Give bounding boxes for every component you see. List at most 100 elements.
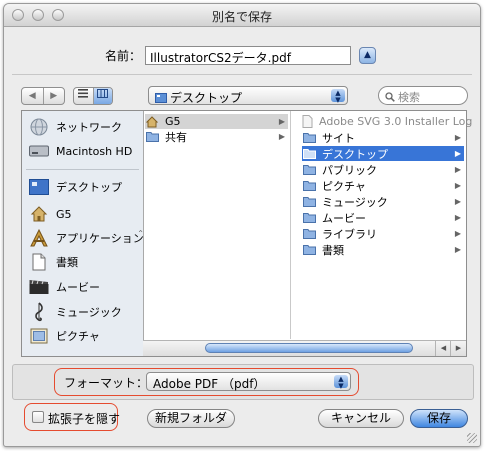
- list-view-icon[interactable]: [74, 88, 93, 104]
- scrollbar-thumb[interactable]: [205, 343, 413, 353]
- column-item-pictures[interactable]: ピクチャ ▶: [302, 178, 464, 193]
- disclosure-arrow-icon: ▶: [454, 149, 461, 158]
- sidebar-item-label: ムービー: [56, 281, 100, 294]
- column-item-svg-log: Adobe SVG 3.0 Installer Log: [302, 114, 472, 129]
- search-placeholder: 検索: [398, 91, 420, 104]
- document-icon: [302, 115, 313, 128]
- sidebar-item-label: G5: [56, 207, 72, 221]
- disclosure-arrow-icon: ▶: [454, 181, 461, 190]
- sidebar-item-music[interactable]: ミュージック: [28, 301, 122, 323]
- column-item-library[interactable]: ライブラリ ▶: [302, 226, 464, 241]
- movies-icon: [28, 278, 50, 296]
- sidebar-item-label: 書類: [56, 256, 78, 269]
- view-mode-control[interactable]: [73, 87, 113, 105]
- column-item-label: デスクトップ: [322, 147, 388, 161]
- desktop-icon: [155, 93, 167, 103]
- collapse-dialog-button[interactable]: ▲: [359, 47, 376, 64]
- back-icon[interactable]: ◀: [22, 88, 43, 104]
- format-popup[interactable]: Adobe PDF （pdf） ▲ ▼: [146, 372, 351, 391]
- sidebar-item-network[interactable]: ネットワーク: [28, 116, 122, 138]
- sidebar-item-g5[interactable]: G5: [28, 203, 72, 225]
- scroll-right-icon[interactable]: ▶: [450, 341, 466, 356]
- hide-extension-label[interactable]: 拡張子を隠す: [48, 410, 120, 427]
- desktop-folder-icon: [302, 148, 316, 160]
- column-item-label: G5: [165, 115, 181, 128]
- column-item-label: 書類: [322, 243, 344, 257]
- hide-extension-checkbox[interactable]: [32, 411, 44, 423]
- back-forward-control[interactable]: ◀ ▶: [21, 87, 65, 105]
- sidebar: ネットワーク Macintosh HD デスクトップ G5 アプリケーション 書…: [22, 111, 144, 356]
- format-value: Adobe PDF （pdf）: [153, 377, 266, 391]
- sidebar-item-macintosh-hd[interactable]: Macintosh HD: [28, 140, 132, 162]
- column-view-icon[interactable]: [92, 88, 112, 104]
- home-icon: [145, 115, 159, 128]
- sidebar-item-label: Macintosh HD: [56, 144, 133, 158]
- sidebar-item-desktop[interactable]: デスクトップ: [28, 176, 122, 198]
- format-label: フォーマット：: [64, 376, 149, 390]
- sidebar-divider: [26, 169, 139, 170]
- column-item-label: ムービー: [322, 211, 366, 225]
- column-item-g5[interactable]: G5 ▶: [145, 114, 288, 129]
- folder-icon: [302, 132, 316, 144]
- column-item-shared[interactable]: 共有 ▶: [145, 129, 288, 144]
- sidebar-item-label: アプリケーション: [56, 232, 144, 245]
- title-bar[interactable]: 別名で保存: [4, 4, 480, 27]
- location-popup[interactable]: デスクトップ ▲ ▼: [148, 86, 348, 105]
- sidebar-item-movies[interactable]: ムービー: [28, 276, 100, 298]
- sidebar-item-label: ネットワーク: [56, 121, 122, 134]
- documents-icon: [28, 253, 50, 271]
- column-item-sites[interactable]: サイト ▶: [302, 130, 464, 145]
- disclosure-arrow-icon: ▶: [454, 245, 461, 254]
- column-item-movies[interactable]: ムービー ▶: [302, 210, 464, 225]
- horizontal-scrollbar[interactable]: ◀ ▶: [143, 340, 466, 356]
- harddisk-icon: [28, 142, 50, 160]
- window-title: 別名で保存: [211, 10, 272, 24]
- column-item-label: 共有: [165, 130, 187, 144]
- chevron-updown-icon: ▲ ▼: [331, 89, 345, 104]
- music-icon: [28, 302, 50, 322]
- triangle-up-icon: ▲: [364, 50, 371, 60]
- pictures-icon: [28, 327, 50, 345]
- desktop-icon: [28, 178, 50, 196]
- sidebar-item-documents[interactable]: 書類: [28, 251, 78, 273]
- save-as-dialog: 別名で保存 名前： IllustratorCS2データ.pdf ▲ ◀ ▶ デス…: [3, 3, 481, 447]
- sidebar-item-label: ピクチャ: [56, 330, 100, 343]
- scroll-left-icon[interactable]: ◀: [435, 341, 451, 356]
- disclosure-arrow-icon: ▶: [278, 132, 285, 141]
- disclosure-arrow-icon: ▶: [454, 165, 461, 174]
- sidebar-item-label: ミュージック: [56, 306, 122, 319]
- folder-icon: [302, 228, 316, 240]
- divider: [12, 74, 472, 75]
- save-button[interactable]: 保存: [410, 409, 468, 428]
- file-browser: ネットワーク Macintosh HD デスクトップ G5 アプリケーション 書…: [21, 110, 472, 357]
- home-icon: [28, 205, 50, 223]
- filename-field[interactable]: IllustratorCS2データ.pdf: [145, 46, 351, 65]
- column-item-label: サイト: [322, 131, 355, 145]
- forward-icon[interactable]: ▶: [42, 88, 65, 104]
- column-item-label: ミュージック: [322, 195, 388, 209]
- sidebar-item-pictures[interactable]: ピクチャ: [28, 325, 100, 347]
- column-item-documents[interactable]: 書類 ▶: [302, 242, 464, 257]
- disclosure-arrow-icon: ▶: [454, 133, 461, 142]
- disclosure-arrow-icon: ▶: [454, 229, 461, 238]
- new-folder-button[interactable]: 新規フォルダ: [147, 409, 235, 428]
- column-item-desktop[interactable]: デスクトップ ▶: [302, 146, 464, 161]
- disclosure-arrow-icon: ▶: [278, 117, 285, 126]
- filename-label: 名前：: [105, 49, 142, 63]
- location-label: デスクトップ: [170, 91, 243, 105]
- search-icon: [385, 92, 395, 102]
- globe-icon: [28, 118, 50, 136]
- browser-column-2: Adobe SVG 3.0 Installer Log サイト ▶ デスクトップ…: [300, 111, 472, 339]
- applications-icon: [28, 229, 50, 247]
- column-item-label: Adobe SVG 3.0 Installer Log: [319, 115, 473, 128]
- folder-icon: [302, 196, 316, 208]
- folder-icon: [302, 244, 316, 256]
- resize-grip-icon[interactable]: [467, 433, 477, 443]
- disclosure-arrow-icon: ▶: [454, 213, 461, 222]
- column-item-music[interactable]: ミュージック ▶: [302, 194, 464, 209]
- column-item-public[interactable]: パブリック ▶: [302, 162, 464, 177]
- cancel-button[interactable]: キャンセル: [318, 409, 404, 428]
- chevron-updown-icon: ▲ ▼: [334, 375, 348, 390]
- sidebar-item-applications[interactable]: アプリケーション: [28, 227, 144, 249]
- search-field[interactable]: 検索: [378, 86, 468, 105]
